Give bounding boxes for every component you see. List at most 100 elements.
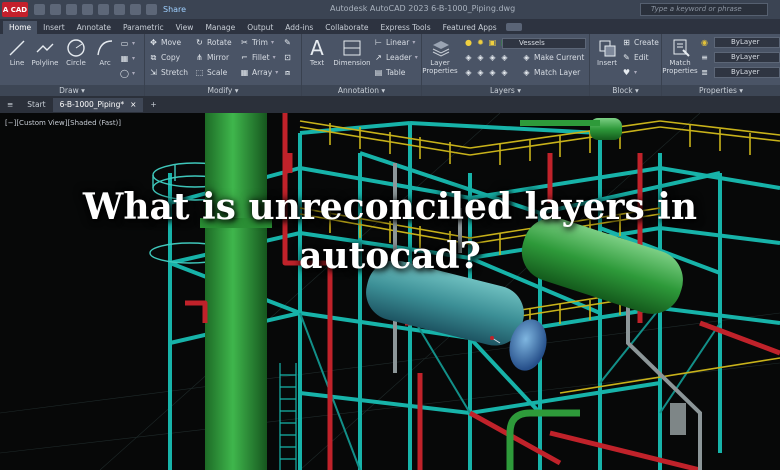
table-icon: ▤ — [374, 68, 383, 77]
arc-button[interactable]: Arc — [90, 37, 120, 67]
move-button[interactable]: ✥ Move — [149, 38, 181, 47]
mirror-icon: ⋔ — [196, 53, 203, 62]
insert-block-button[interactable]: Insert — [592, 37, 622, 67]
layer-on-icon[interactable]: ◈ — [464, 68, 473, 77]
drawing-viewport[interactable]: [−][Custom View][Shaded (Fast)] What is … — [0, 113, 780, 470]
match-layer-button[interactable]: ◈ Match Layer — [522, 68, 580, 77]
ellipse-tool[interactable]: ◯ ▾ — [120, 69, 135, 78]
modify-panel-label[interactable]: Modify ▾ — [145, 85, 301, 96]
viewport-controls-label[interactable]: [−][Custom View][Shaded (Fast)] — [5, 119, 121, 127]
linetype-control[interactable]: ≣ — [700, 68, 709, 77]
hatch-tool[interactable]: ▦ ▾ — [120, 54, 135, 63]
stretch-button[interactable]: ⇲ Stretch — [149, 68, 188, 77]
open-icon[interactable] — [50, 4, 61, 15]
tab-manage[interactable]: Manage — [199, 21, 241, 34]
fillet-button[interactable]: ⌐ Fillet ▾ — [240, 53, 275, 62]
share-button[interactable]: Share — [163, 5, 186, 14]
redo-icon[interactable] — [146, 4, 157, 15]
layer-isolate-icon[interactable]: ◈ — [476, 53, 485, 62]
tab-view[interactable]: View — [170, 21, 200, 34]
web-mobile-icon[interactable] — [98, 4, 109, 15]
rectangle-tool[interactable]: ▭ ▾ — [120, 39, 135, 48]
mirror-button[interactable]: ⋔ Mirror — [195, 53, 229, 62]
polyline-button[interactable]: Polyline — [30, 37, 60, 67]
tab-featured-apps[interactable]: Featured Apps — [437, 21, 503, 34]
edit-block-button[interactable]: ✎ Edit — [622, 53, 648, 62]
rotate-icon: ↻ — [196, 38, 203, 47]
lineweight-control[interactable]: ≡ — [700, 53, 709, 62]
save-as-icon[interactable] — [82, 4, 93, 15]
block-panel-label[interactable]: Block ▾ — [590, 85, 661, 96]
tab-add-ins[interactable]: Add-ins — [279, 21, 319, 34]
undo-icon[interactable] — [130, 4, 141, 15]
table-button[interactable]: ▤ Table — [374, 68, 406, 77]
layer-lock-icon[interactable]: ◈ — [500, 53, 509, 62]
lightbulb-icon[interactable]: ● — [464, 38, 473, 47]
text-button[interactable]: A Text — [302, 36, 332, 67]
tab-output[interactable]: Output — [241, 21, 279, 34]
scale-button[interactable]: ⬚ Scale — [195, 68, 227, 77]
erase-button[interactable]: ✎ — [283, 38, 292, 47]
rectangle-icon: ▭ — [120, 39, 129, 48]
save-icon[interactable] — [66, 4, 77, 15]
chevron-down-icon: ▾ — [270, 39, 274, 46]
properties-panel-label[interactable]: Properties ▾ — [662, 85, 780, 96]
lineweight-dropdown[interactable]: ByLayer — [714, 52, 780, 63]
layer-unlock-icon[interactable]: ◈ — [500, 68, 509, 77]
layer-dropdown[interactable]: Vessels — [502, 38, 586, 49]
rotate-button[interactable]: ↻ Rotate — [195, 38, 231, 47]
make-current-button[interactable]: ◈ Make Current — [522, 53, 584, 62]
new-icon[interactable] — [34, 4, 45, 15]
color-dropdown[interactable]: ByLayer — [714, 37, 780, 48]
fillet-icon: ⌐ — [241, 53, 248, 62]
tab-insert[interactable]: Insert — [37, 21, 71, 34]
tab-collaborate[interactable]: Collaborate — [319, 21, 374, 34]
offset-button[interactable]: ⧈ — [283, 68, 292, 77]
drawing-tab[interactable]: 6-B-1000_Piping* × — [52, 97, 144, 112]
tab-express-tools[interactable]: Express Tools — [374, 21, 436, 34]
layer-unisolate-icon[interactable]: ◈ — [476, 68, 485, 77]
draw-panel-label[interactable]: Draw ▾ — [0, 85, 144, 96]
start-tab[interactable]: Start — [20, 98, 52, 112]
layer-freeze-icon[interactable]: ◈ — [488, 53, 497, 62]
array-button[interactable]: ▦ Array ▾ — [240, 68, 279, 77]
leader-button[interactable]: ↗ Leader ▾ — [374, 53, 418, 62]
linear-dimension-button[interactable]: ⊢ Linear ▾ — [374, 38, 415, 47]
print-icon[interactable] — [114, 4, 125, 15]
color-control[interactable]: ◉ — [700, 38, 709, 47]
color-wheel-icon: ◉ — [701, 38, 708, 47]
close-icon[interactable]: × — [130, 98, 136, 112]
ribbon: Line Polyline Circle Arc ▭ ▾ ▦ ▾ ◯ ▾ Draw ▾… — [0, 34, 780, 96]
create-block-button[interactable]: ⊞ Create — [622, 38, 659, 47]
text-icon: A — [310, 36, 324, 60]
linetype-dropdown[interactable]: ByLayer — [714, 67, 780, 78]
trim-button[interactable]: ✂ Trim ▾ — [240, 38, 274, 47]
new-tab-button[interactable]: + — [143, 98, 163, 112]
block-attributes-button[interactable]: ♥ ▾ — [622, 68, 637, 77]
sun-icon[interactable]: ✹ — [476, 38, 485, 47]
line-button[interactable]: Line — [2, 37, 32, 67]
lock-icon[interactable]: ▣ — [488, 38, 497, 47]
polyline-icon — [34, 37, 56, 59]
menu-icon[interactable]: ≡ — [0, 98, 20, 112]
tab-annotate[interactable]: Annotate — [71, 21, 117, 34]
copy-button[interactable]: ⧉ Copy — [149, 53, 180, 62]
pump — [670, 403, 686, 435]
tab-parametric[interactable]: Parametric — [117, 21, 170, 34]
layer-properties-button[interactable]: Layer Properties — [422, 37, 458, 75]
search-input[interactable]: Type a keyword or phrase — [640, 3, 768, 16]
ribbon-toggle-icon[interactable] — [505, 23, 522, 31]
dimension-button[interactable]: Dimension — [332, 37, 372, 67]
autocad-logo[interactable]: A CAD — [2, 2, 28, 17]
copy-icon: ⧉ — [150, 53, 157, 62]
title-bar: A CAD Share Autodesk AutoCAD 2023 6-B-10… — [0, 0, 780, 19]
circle-button[interactable]: Circle — [61, 37, 91, 67]
layer-thaw-icon[interactable]: ◈ — [488, 68, 497, 77]
layer-off-icon[interactable]: ◈ — [464, 53, 473, 62]
layers-panel-label[interactable]: Layers ▾ — [422, 85, 589, 96]
match-properties-button[interactable]: Match Properties — [662, 37, 698, 75]
window-title: Autodesk AutoCAD 2023 6-B-1000_Piping.dw… — [330, 4, 516, 13]
tab-home[interactable]: Home — [3, 21, 38, 34]
explode-button[interactable]: ⊡ — [283, 53, 292, 62]
annotation-panel-label[interactable]: Annotation ▾ — [302, 85, 421, 96]
